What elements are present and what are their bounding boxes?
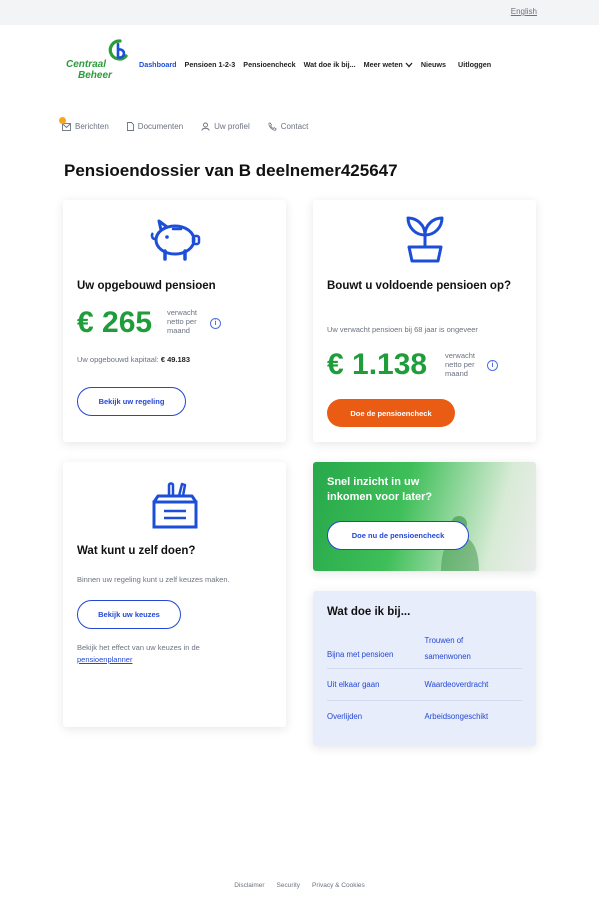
pension-planner-link[interactable]: pensioenplanner <box>77 655 132 664</box>
life-events-row: Overlijden Arbeidsongeschikt <box>327 701 522 733</box>
event-link-death[interactable]: Overlijden <box>327 701 425 733</box>
pension-check-amount: € 1.138 <box>327 348 428 381</box>
nav-meer-weten[interactable]: Meer weten <box>364 60 413 69</box>
pension-check-subtitle: Uw verwacht pensioen bij 68 jaar is onge… <box>327 325 478 334</box>
subnav-berichten-label: Berichten <box>75 122 109 131</box>
subnav-profiel[interactable]: Uw profiel <box>201 122 250 131</box>
effect-text-label: Bekijk het effect van uw keuzes in de <box>77 643 200 652</box>
sprout-icon <box>406 216 443 263</box>
pension-amount: € 265 <box>77 306 153 339</box>
page-title: Pensioendossier van B deelnemer425647 <box>64 161 398 180</box>
event-link-value-transfer[interactable]: Waardeoverdracht <box>425 669 523 700</box>
life-events-row: Uit elkaar gaan Waardeoverdracht <box>327 669 522 701</box>
notification-dot <box>59 117 66 124</box>
main-nav: Dashboard Pensioen 1-2-3 Pensioencheck W… <box>139 60 491 69</box>
subnav-berichten[interactable]: Berichten <box>59 117 109 131</box>
footer-disclaimer[interactable]: Disclaimer <box>228 882 270 889</box>
nav-nieuws[interactable]: Nieuws <box>421 60 446 69</box>
nav-pensioencheck[interactable]: Pensioencheck <box>243 60 295 69</box>
self-action-title: Wat kunt u zelf doen? <box>77 545 196 557</box>
effect-text: Bekijk het effect van uw keuzes in de pe… <box>77 642 247 666</box>
life-events-title: Wat doe ik bij... <box>327 606 411 618</box>
nav-dashboard[interactable]: Dashboard <box>139 60 177 69</box>
event-link-marriage[interactable]: Trouwen of samenwonen <box>425 629 505 668</box>
user-icon <box>201 122 210 131</box>
nav-wat-doe-ik-bij[interactable]: Wat doe ik bij... <box>304 60 356 69</box>
phone-icon <box>268 122 277 131</box>
capital-line: Uw opgebouwd kapitaal: € 49.183 <box>77 355 190 364</box>
event-link-disability[interactable]: Arbeidsongeschikt <box>425 701 523 733</box>
self-action-text: Binnen uw regeling kunt u zelf keuzes ma… <box>77 575 230 584</box>
document-icon <box>126 122 134 131</box>
life-events-card: Wat doe ik bij... Bijna met pensioen Tro… <box>313 591 536 746</box>
promo-title: Snel inzicht in uw inkomen voor later? <box>327 476 433 503</box>
nav-meer-weten-label: Meer weten <box>363 60 403 69</box>
top-bar: English <box>0 0 599 25</box>
view-plan-button[interactable]: Bekijk uw regeling <box>77 387 186 416</box>
chevron-down-icon <box>405 62 413 67</box>
life-events-grid: Bijna met pensioen Trouwen of samenwonen… <box>327 629 522 733</box>
subnav-documenten-label: Documenten <box>137 122 184 131</box>
event-link-separation[interactable]: Uit elkaar gaan <box>327 669 425 700</box>
footer-privacy[interactable]: Privacy & Cookies <box>306 882 371 889</box>
pension-card-title: Uw opgebouwd pensioen <box>77 280 216 292</box>
subnav-profiel-label: Uw profiel <box>214 122 250 131</box>
subnav-contact[interactable]: Contact <box>268 122 309 131</box>
toolbox-icon <box>152 482 197 529</box>
piggy-bank-icon <box>150 219 200 261</box>
subnav-documenten[interactable]: Documenten <box>126 122 184 131</box>
nav-uitloggen[interactable]: Uitloggen <box>458 60 491 69</box>
event-link-retirement[interactable]: Bijna met pensioen <box>327 629 425 668</box>
promo-pension-check-button[interactable]: Doe nu de pensioencheck <box>327 521 469 550</box>
logo[interactable]: Centraal Beheer <box>66 38 138 86</box>
pension-check-title: Bouwt u voldoende pensioen op? <box>327 280 511 292</box>
language-link[interactable]: English <box>511 7 537 16</box>
footer-security[interactable]: Security <box>271 882 306 889</box>
view-choices-button[interactable]: Bekijk uw keuzes <box>77 600 181 629</box>
info-icon[interactable]: i <box>210 318 221 329</box>
pension-amount-note: verwacht netto per maand <box>167 308 198 335</box>
pension-check-amount-note: verwacht netto per maand <box>445 351 476 378</box>
footer: Disclaimer Security Privacy & Cookies <box>0 882 599 889</box>
capital-value: € 49.183 <box>160 355 191 364</box>
life-events-row: Bijna met pensioen Trouwen of samenwonen <box>327 629 522 669</box>
promo-banner: Snel inzicht in uw inkomen voor later? D… <box>313 462 536 571</box>
capital-label: Uw opgebouwd kapitaal: <box>77 355 159 364</box>
pension-card: Uw opgebouwd pensioen € 265 verwacht net… <box>63 200 286 442</box>
self-action-card: Wat kunt u zelf doen? Binnen uw regeling… <box>63 462 286 727</box>
logo-text: Centraal Beheer <box>66 59 112 81</box>
sub-nav: Berichten Documenten Uw profiel Contact <box>59 117 326 131</box>
pension-check-card: Bouwt u voldoende pensioen op? Uw verwac… <box>313 200 536 442</box>
subnav-contact-label: Contact <box>280 122 309 131</box>
nav-pensioen-123[interactable]: Pensioen 1-2-3 <box>185 60 236 69</box>
info-icon[interactable]: i <box>487 360 498 371</box>
pension-check-button[interactable]: Doe de pensioencheck <box>327 399 455 427</box>
